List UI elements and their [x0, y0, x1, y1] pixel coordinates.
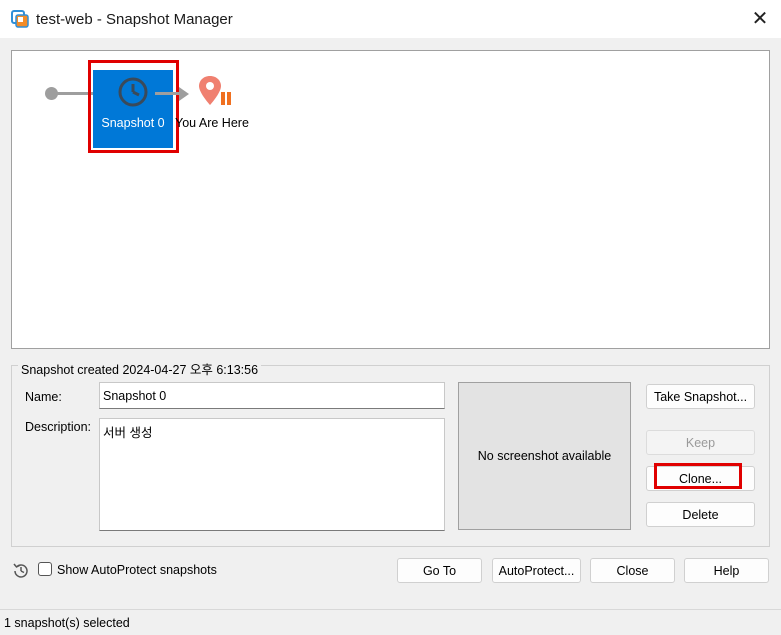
name-label: Name:	[25, 390, 62, 404]
help-button[interactable]: Help	[684, 558, 769, 583]
close-button[interactable]: Close	[590, 558, 675, 583]
description-textarea[interactable]: 서버 생성	[99, 418, 445, 531]
show-autoprotect-checkbox[interactable]	[38, 562, 52, 576]
close-window-button[interactable]: ✕	[748, 7, 772, 31]
snapshot-created-caption: Snapshot created 2024-04-27 오후 6:13:56	[18, 359, 262, 378]
clone-highlight-outline	[654, 463, 742, 489]
autoprotect-button[interactable]: AutoProtect...	[492, 558, 581, 583]
window-title: test-web - Snapshot Manager	[36, 11, 233, 28]
name-input[interactable]	[99, 382, 445, 409]
description-label: Description:	[25, 420, 91, 434]
show-autoprotect-label[interactable]: Show AutoProtect snapshots	[57, 563, 217, 577]
status-text: 1 snapshot(s) selected	[4, 616, 130, 630]
keep-button[interactable]: Keep	[646, 430, 755, 455]
go-to-button[interactable]: Go To	[397, 558, 482, 583]
history-icon	[12, 562, 30, 583]
timeline-arrow-head-current	[179, 87, 189, 101]
screenshot-preview: No screenshot available	[458, 382, 631, 530]
you-are-here-label: You Are Here	[175, 116, 249, 130]
status-bar: 1 snapshot(s) selected	[0, 609, 781, 635]
take-snapshot-button[interactable]: Take Snapshot...	[646, 384, 755, 409]
delete-button[interactable]: Delete	[646, 502, 755, 527]
title-bar: test-web - Snapshot Manager ✕	[0, 0, 781, 38]
snapshot-tree-panel[interactable]: Snapshot 0 You Are Here	[11, 50, 770, 349]
vmware-workstation-icon	[11, 10, 29, 28]
location-pin-icon	[198, 75, 234, 114]
selection-highlight-outline	[88, 60, 179, 153]
screenshot-placeholder-text: No screenshot available	[477, 449, 612, 463]
